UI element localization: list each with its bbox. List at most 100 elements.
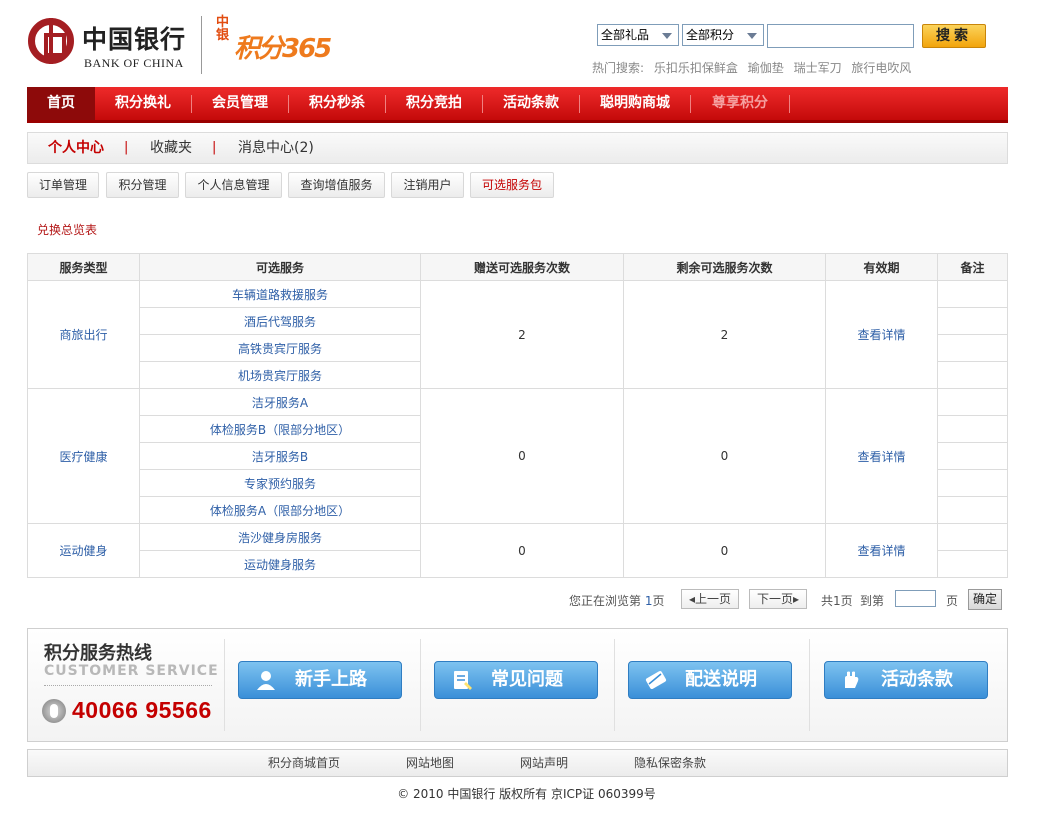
view-details-link[interactable]: 查看详情 xyxy=(825,523,938,578)
pager-browsing-prefix: 您正在浏览第 xyxy=(569,594,642,608)
hot-search-link[interactable]: 瑜伽垫 xyxy=(748,61,784,75)
subnav-separator: | xyxy=(124,140,129,155)
subnav-personal-center[interactable]: 个人中心 xyxy=(48,133,104,163)
card-icon xyxy=(645,671,667,689)
pager-total-prefix: 共 xyxy=(821,594,834,608)
nav-points-flash-sale[interactable]: 积分秒杀 xyxy=(289,87,385,120)
header-optional-service: 可选服务 xyxy=(139,253,421,281)
next-page-button[interactable]: 下一页▸ xyxy=(749,589,807,609)
points-range-select[interactable]: 全部积分 xyxy=(682,24,764,46)
copyright-text: © 2010 中国银行 版权所有 京ICP证 060399号 xyxy=(397,787,656,801)
delivery-info-button[interactable]: 配送说明 xyxy=(628,661,792,699)
gift-category-value: 全部礼品 xyxy=(601,28,650,42)
gift-category-select[interactable]: 全部礼品 xyxy=(597,24,679,46)
exchange-overview-link[interactable]: 兑换总览表 xyxy=(37,221,97,238)
notes-cell xyxy=(937,523,1008,551)
tab-value-added-services[interactable]: 查询增值服务 xyxy=(288,172,385,198)
nav-member-management[interactable]: 会员管理 xyxy=(192,87,288,120)
nav-points-auction[interactable]: 积分竞拍 xyxy=(386,87,482,120)
header-service-type: 服务类型 xyxy=(27,253,140,281)
faq-button[interactable]: 常见问题 xyxy=(434,661,598,699)
nav-home[interactable]: 首页 xyxy=(27,87,95,120)
footer-link-sitemap[interactable]: 网站地图 xyxy=(406,750,454,776)
service-link[interactable]: 车辆道路救援服务 xyxy=(139,280,421,308)
pager-browsing-text: 您正在浏览第 1页 xyxy=(569,592,665,609)
panel-separator xyxy=(614,639,615,731)
service-link[interactable]: 浩沙健身房服务 xyxy=(139,523,421,551)
table-row: 商旅出行 车辆道路救援服务 2 2 查看详情 xyxy=(27,280,1008,389)
service-link[interactable]: 高铁贵宾厅服务 xyxy=(139,334,421,362)
header-given-count: 赠送可选服务次数 xyxy=(420,253,624,281)
tab-points-management[interactable]: 积分管理 xyxy=(106,172,179,198)
service-link[interactable]: 体检服务B（限部分地区） xyxy=(139,415,421,443)
notes-cell xyxy=(937,550,1008,578)
nav-smart-shopping-mall[interactable]: 聪明购商城 xyxy=(580,87,690,120)
category-cell: 运动健身 xyxy=(27,523,140,578)
prev-page-label: 上一页 xyxy=(695,592,732,606)
pagination: 您正在浏览第 1页 ◂上一页 下一页▸ 共1页 到第 页 确定 xyxy=(560,588,1005,612)
goto-confirm-button[interactable]: 确定 xyxy=(968,589,1002,610)
service-package-table: 服务类型 可选服务 赠送可选服务次数 剩余可选服务次数 有效期 备注 商旅出行 … xyxy=(27,253,1008,578)
service-link[interactable]: 酒后代驾服务 xyxy=(139,307,421,335)
notes-cell xyxy=(937,280,1008,308)
pager-page-suffix: 页 xyxy=(652,594,665,608)
bank-of-china-logo[interactable]: 中国银行 BANK OF CHINA xyxy=(28,14,198,78)
newbie-guide-button[interactable]: 新手上路 xyxy=(238,661,402,699)
tab-order-management[interactable]: 订单管理 xyxy=(27,172,99,198)
header: 中国银行 BANK OF CHINA 中银 积分365 全部礼品 全部积分 搜索… xyxy=(28,10,1008,82)
service-link[interactable]: 洁牙服务A xyxy=(139,388,421,416)
footer-link-statement[interactable]: 网站声明 xyxy=(520,750,568,776)
phone-icon xyxy=(42,699,66,723)
subnav-message-center[interactable]: 消息中心(2) xyxy=(238,133,314,163)
hot-search-link[interactable]: 瑞士军刀 xyxy=(794,61,842,75)
pager-goto-label: 到第 xyxy=(860,594,885,608)
pager-total-suffix: 页 xyxy=(840,594,853,608)
tab-personal-info[interactable]: 个人信息管理 xyxy=(185,172,282,198)
subnav-separator: | xyxy=(212,140,217,155)
subnav-favorites[interactable]: 收藏夹 xyxy=(150,133,192,163)
hotline-title: 积分服务热线 xyxy=(44,643,152,664)
points-365-brand-logo[interactable]: 中银 积分365 xyxy=(216,10,334,78)
service-link[interactable]: 运动健身服务 xyxy=(139,550,421,578)
next-page-label: 下一页 xyxy=(756,592,793,606)
activity-terms-button[interactable]: 活动条款 xyxy=(824,661,988,699)
nav-activity-terms[interactable]: 活动条款 xyxy=(483,87,579,120)
header-validity: 有效期 xyxy=(825,253,938,281)
search-input[interactable] xyxy=(767,24,914,48)
service-link[interactable]: 洁牙服务B xyxy=(139,442,421,470)
given-count-cell: 2 xyxy=(420,280,624,389)
prev-page-button[interactable]: ◂上一页 xyxy=(681,589,739,609)
dotted-divider xyxy=(44,685,212,686)
pager-goto-suffix: 页 xyxy=(946,594,959,608)
main-navigation: 首页 积分换礼 会员管理 积分秒杀 积分竞拍 活动条款 聪明购商城 尊享积分 xyxy=(27,87,1008,123)
nav-premium-points[interactable]: 尊享积分 xyxy=(691,87,789,120)
goto-page-input[interactable] xyxy=(895,590,936,607)
chevron-right-icon: ▸ xyxy=(792,592,800,606)
tab-cancel-account[interactable]: 注销用户 xyxy=(391,172,464,198)
notes-cell xyxy=(937,361,1008,389)
hot-search-link[interactable]: 乐扣乐扣保鲜盒 xyxy=(654,61,738,75)
notes-cell xyxy=(937,388,1008,416)
nav-points-exchange[interactable]: 积分换礼 xyxy=(95,87,191,120)
view-details-link[interactable]: 查看详情 xyxy=(825,280,938,389)
brand-side-text: 中银 xyxy=(216,15,230,43)
footer-link-mall-home[interactable]: 积分商城首页 xyxy=(268,750,340,776)
notes-cell xyxy=(937,469,1008,497)
brand-main-text: 积分365 xyxy=(234,34,332,64)
notes-cell xyxy=(937,307,1008,335)
service-link[interactable]: 体检服务A（限部分地区） xyxy=(139,496,421,524)
logo-divider xyxy=(201,16,202,74)
search-button[interactable]: 搜索 xyxy=(922,24,986,48)
given-count-cell: 0 xyxy=(420,523,624,578)
view-details-link[interactable]: 查看详情 xyxy=(825,388,938,524)
pager-total-pages: 1 xyxy=(833,594,841,608)
hot-search-bar: 热门搜索: 乐扣乐扣保鲜盒 瑜伽垫 瑞士军刀 旅行电吹风 xyxy=(592,59,917,76)
hot-search-link[interactable]: 旅行电吹风 xyxy=(851,61,911,75)
points-range-value: 全部积分 xyxy=(686,28,735,42)
user-icon xyxy=(257,671,275,690)
service-link[interactable]: 机场贵宾厅服务 xyxy=(139,361,421,389)
service-link[interactable]: 专家预约服务 xyxy=(139,469,421,497)
newbie-guide-label: 新手上路 xyxy=(295,669,367,690)
tab-optional-service-package[interactable]: 可选服务包 xyxy=(470,172,554,198)
footer-link-privacy[interactable]: 隐私保密条款 xyxy=(634,750,706,776)
